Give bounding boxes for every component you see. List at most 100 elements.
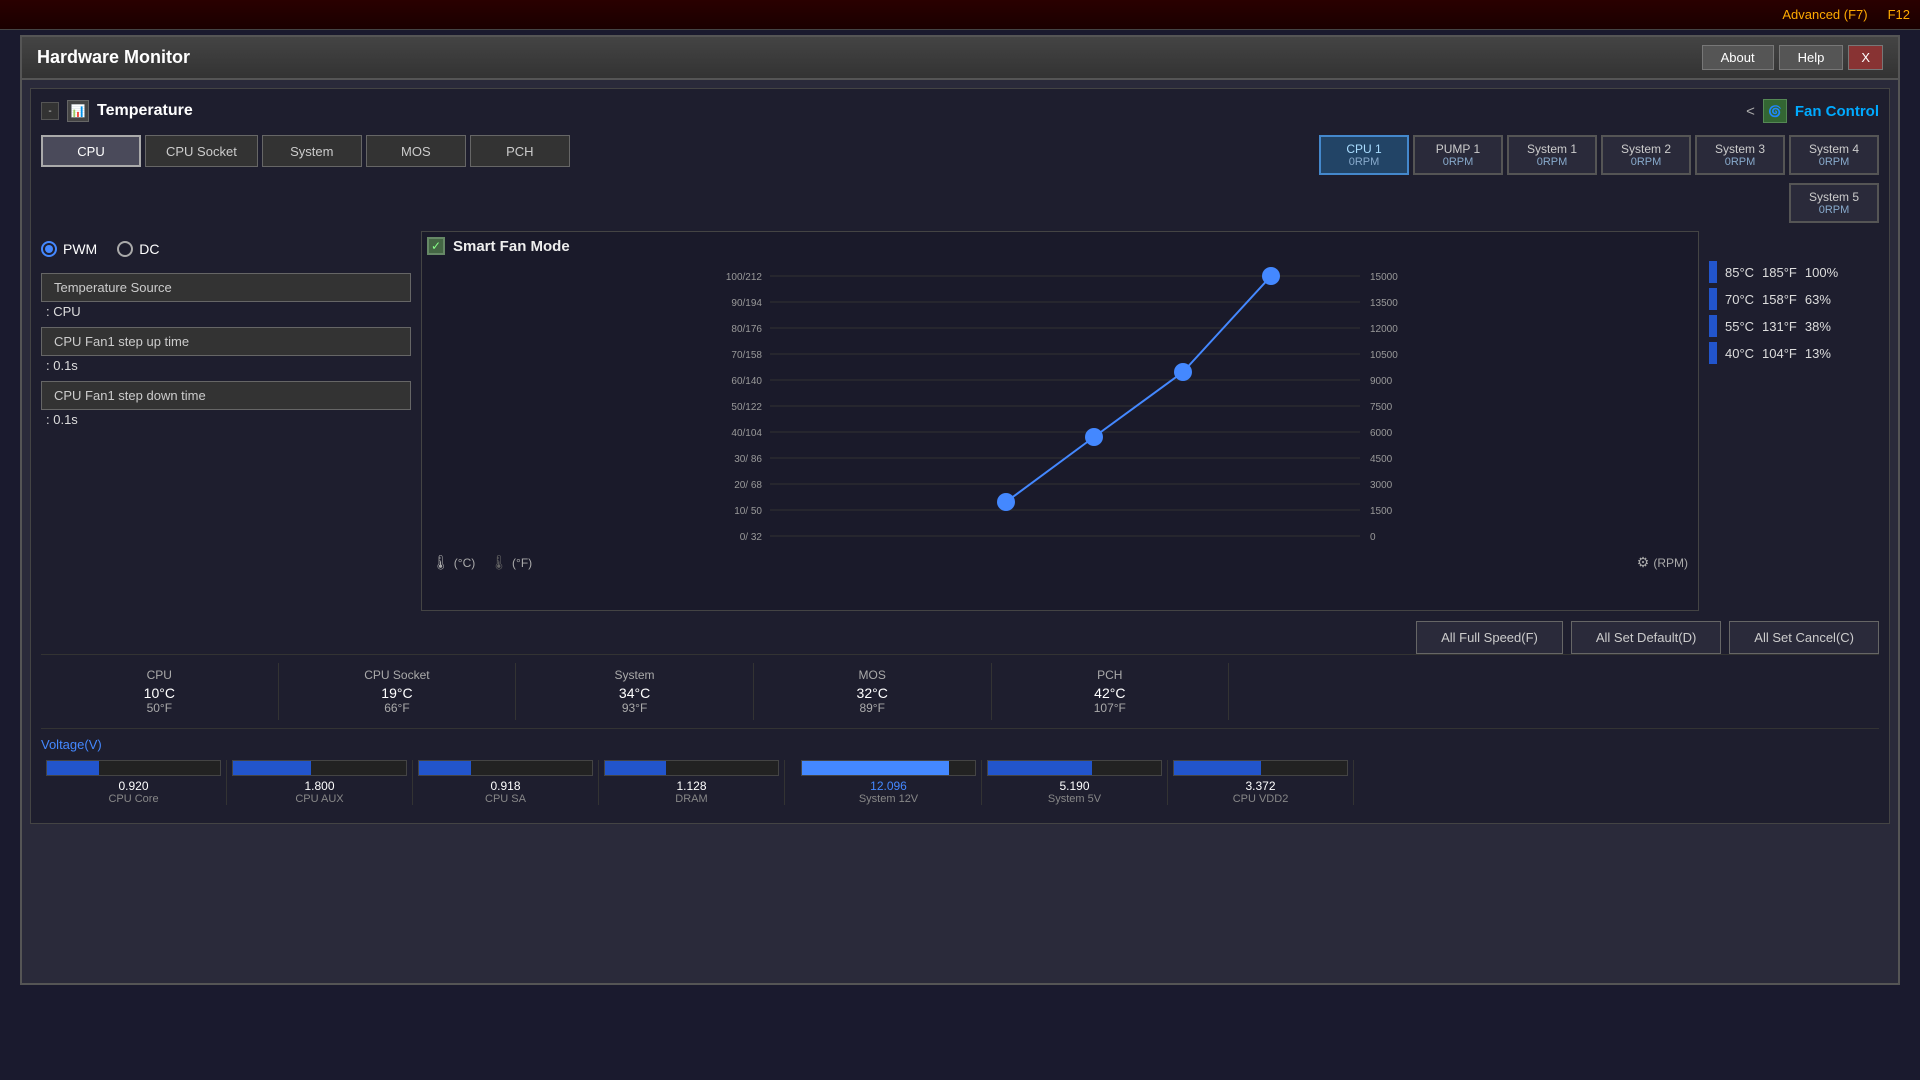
sensor-cpu-socket: CPU Socket 19°C 66°F bbox=[279, 663, 517, 720]
legend-temps-3: 55°C 131°F bbox=[1725, 319, 1797, 334]
pwm-radio[interactable] bbox=[41, 241, 57, 257]
chart-units: 🌡 (°C) 🌡 (°F) bbox=[432, 554, 532, 571]
close-button[interactable]: X bbox=[1848, 45, 1883, 70]
temp-btn-cpu[interactable]: CPU bbox=[41, 135, 141, 167]
pwm-radio-label[interactable]: PWM bbox=[41, 241, 97, 257]
svg-text:80/176: 80/176 bbox=[731, 324, 762, 335]
advanced-label: Advanced (F7) bbox=[1782, 7, 1867, 22]
voltage-bar-cpu-sa bbox=[418, 760, 593, 776]
voltage-bar-cpu-core bbox=[46, 760, 221, 776]
section-header: - 📊 Temperature < 🌀 Fan Control bbox=[41, 99, 1879, 123]
curve-point-2[interactable] bbox=[1085, 428, 1103, 446]
fan-control-title: Fan Control bbox=[1795, 103, 1879, 120]
fahrenheit-unit[interactable]: 🌡 (°F) bbox=[490, 554, 532, 571]
voltage-dram: 1.128 DRAM bbox=[599, 760, 785, 805]
svg-text:0/ 32: 0/ 32 bbox=[740, 532, 763, 543]
curve-point-4[interactable] bbox=[1262, 267, 1280, 285]
window-controls: About Help X bbox=[1702, 45, 1883, 70]
all-set-default-btn[interactable]: All Set Default(D) bbox=[1571, 621, 1721, 654]
fan-btn-sys5[interactable]: System 50RPM bbox=[1789, 183, 1879, 223]
temp-btn-pch[interactable]: PCH bbox=[470, 135, 570, 167]
rpm-unit[interactable]: ⚙ (RPM) bbox=[1637, 554, 1688, 571]
temp-source-buttons: CPU CPU Socket System MOS PCH bbox=[41, 135, 661, 167]
chart-footer: 🌡 (°C) 🌡 (°F) ⚙ (RPM) bbox=[427, 554, 1693, 571]
voltage-bar-dram bbox=[604, 760, 779, 776]
svg-text:6000: 6000 bbox=[1370, 428, 1393, 439]
step-down-setting[interactable]: CPU Fan1 step down time bbox=[41, 381, 411, 410]
top-bar: Advanced (F7) F12 bbox=[0, 0, 1920, 30]
fan-btn-pump1[interactable]: PUMP 10RPM bbox=[1413, 135, 1503, 175]
voltage-bar-cpu-aux bbox=[232, 760, 407, 776]
legend-bar-2 bbox=[1709, 288, 1717, 310]
voltage-bar-12v bbox=[801, 760, 976, 776]
about-button[interactable]: About bbox=[1702, 45, 1774, 70]
legend-bar-4 bbox=[1709, 342, 1717, 364]
all-set-cancel-btn[interactable]: All Set Cancel(C) bbox=[1729, 621, 1879, 654]
temp-btn-system[interactable]: System bbox=[262, 135, 362, 167]
help-button[interactable]: Help bbox=[1779, 45, 1844, 70]
legend-row-1: 85°C 185°F 100% bbox=[1709, 261, 1879, 283]
fan-icon: 🌀 bbox=[1763, 99, 1787, 123]
voltage-bar-vdd2 bbox=[1173, 760, 1348, 776]
svg-text:10500: 10500 bbox=[1370, 350, 1398, 361]
sensor-readings-row: CPU 10°C 50°F CPU Socket 19°C 66°F Syste… bbox=[41, 654, 1879, 728]
svg-text:20/ 68: 20/ 68 bbox=[734, 480, 762, 491]
fan-btn-sys3[interactable]: System 30RPM bbox=[1695, 135, 1785, 175]
section-title: Temperature bbox=[97, 102, 193, 120]
voltage-cpu-core: 0.920 CPU Core bbox=[41, 760, 227, 805]
fan-btn-sys1[interactable]: System 10RPM bbox=[1507, 135, 1597, 175]
pwm-dc-row: PWM DC bbox=[41, 241, 411, 257]
legend-row-3: 55°C 131°F 38% bbox=[1709, 315, 1879, 337]
svg-text:40/104: 40/104 bbox=[731, 428, 762, 439]
svg-text:1500: 1500 bbox=[1370, 506, 1393, 517]
voltage-bars-row: 0.920 CPU Core 1.800 CPU AUX 0.918 CPU S… bbox=[41, 760, 1879, 805]
svg-text:100/212: 100/212 bbox=[726, 272, 763, 283]
window-title: Hardware Monitor bbox=[37, 47, 190, 68]
chart-container: .grid-line { stroke: #333; stroke-width:… bbox=[427, 260, 1693, 550]
legend-row-4: 40°C 104°F 13% bbox=[1709, 342, 1879, 364]
smart-fan-checkbox[interactable]: ✓ bbox=[427, 237, 445, 255]
step-up-value: : 0.1s bbox=[41, 358, 411, 373]
curve-point-3[interactable] bbox=[1174, 363, 1192, 381]
svg-text:50/122: 50/122 bbox=[731, 402, 762, 413]
dc-radio-label[interactable]: DC bbox=[117, 241, 159, 257]
fan-btn-sys2[interactable]: System 20RPM bbox=[1601, 135, 1691, 175]
sensor-system: System 34°C 93°F bbox=[516, 663, 754, 720]
main-grid: PWM DC Temperature Source : CPU CPU Fan1… bbox=[41, 231, 1879, 611]
temp-btn-cpu-socket[interactable]: CPU Socket bbox=[145, 135, 258, 167]
celsius-unit[interactable]: 🌡 (°C) bbox=[432, 554, 475, 571]
step-up-setting[interactable]: CPU Fan1 step up time bbox=[41, 327, 411, 356]
dc-radio[interactable] bbox=[117, 241, 133, 257]
fan-curve-chart[interactable]: .grid-line { stroke: #333; stroke-width:… bbox=[427, 260, 1693, 550]
legend-bar-3 bbox=[1709, 315, 1717, 337]
legend-bar-1 bbox=[1709, 261, 1717, 283]
voltage-system-12v: 12.096 System 12V bbox=[796, 760, 982, 805]
section-title-left: - 📊 Temperature bbox=[41, 100, 193, 122]
f12-label: F12 bbox=[1888, 7, 1910, 22]
svg-text:9000: 9000 bbox=[1370, 376, 1393, 387]
bottom-action-buttons: All Full Speed(F) All Set Default(D) All… bbox=[41, 621, 1879, 654]
svg-text:3000: 3000 bbox=[1370, 480, 1393, 491]
svg-text:70/158: 70/158 bbox=[731, 350, 762, 361]
nav-back-arrow[interactable]: < bbox=[1746, 103, 1755, 120]
temp-source-value: : CPU bbox=[41, 304, 411, 319]
left-panel: PWM DC Temperature Source : CPU CPU Fan1… bbox=[41, 231, 411, 611]
fan-btn-cpu1[interactable]: CPU 10RPM bbox=[1319, 135, 1409, 175]
svg-text:7500: 7500 bbox=[1370, 402, 1393, 413]
smart-fan-title: Smart Fan Mode bbox=[453, 238, 570, 255]
fan-speed-buttons: CPU 10RPM PUMP 10RPM System 10RPM System… bbox=[1319, 135, 1879, 175]
svg-text:60/140: 60/140 bbox=[731, 376, 762, 387]
all-full-speed-btn[interactable]: All Full Speed(F) bbox=[1416, 621, 1563, 654]
fan-btn-sys4[interactable]: System 40RPM bbox=[1789, 135, 1879, 175]
sensor-mos: MOS 32°C 89°F bbox=[754, 663, 992, 720]
window-title-bar: Hardware Monitor About Help X bbox=[22, 37, 1898, 80]
svg-text:30/ 86: 30/ 86 bbox=[734, 454, 762, 465]
voltage-bar-5v bbox=[987, 760, 1162, 776]
legend-temps-4: 40°C 104°F bbox=[1725, 346, 1797, 361]
temp-source-setting[interactable]: Temperature Source bbox=[41, 273, 411, 302]
curve-point-1[interactable] bbox=[997, 493, 1015, 511]
svg-text:13500: 13500 bbox=[1370, 298, 1398, 309]
legend-row-2: 70°C 158°F 63% bbox=[1709, 288, 1879, 310]
temp-btn-mos[interactable]: MOS bbox=[366, 135, 466, 167]
section-collapse-btn[interactable]: - bbox=[41, 102, 59, 120]
